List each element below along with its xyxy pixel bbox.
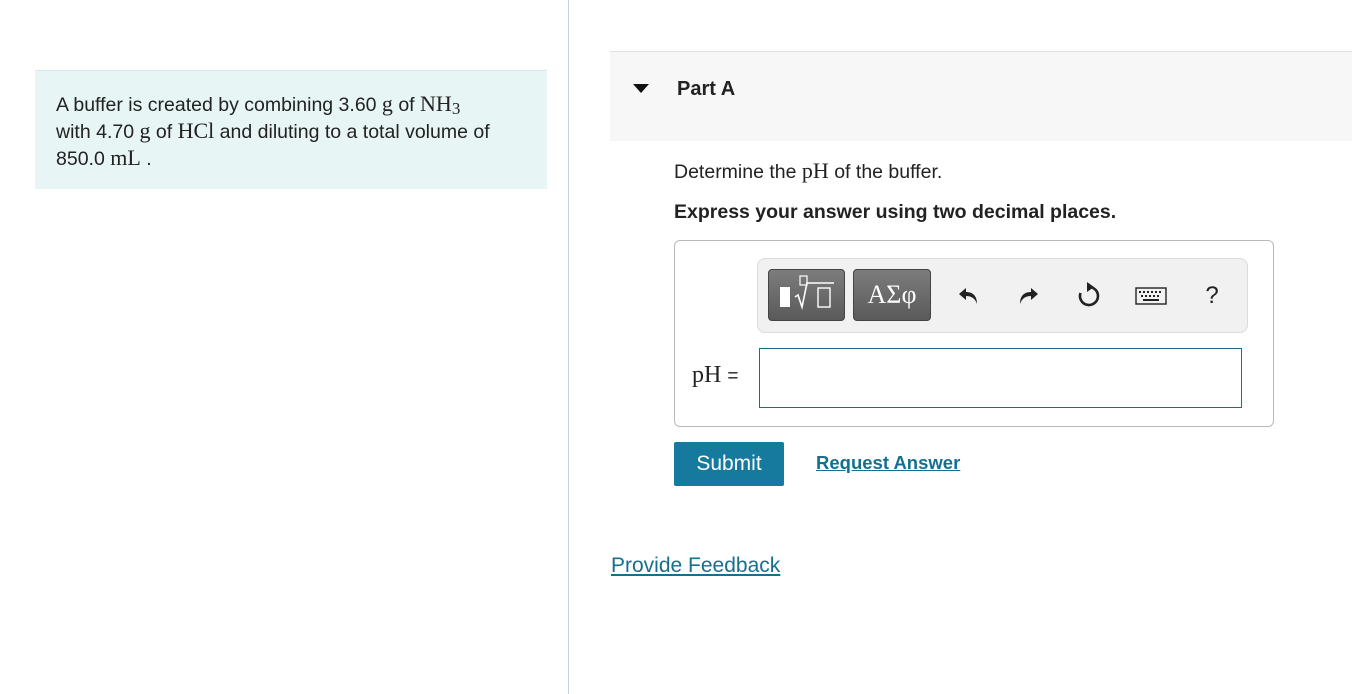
compound-nh3-text: NH (420, 91, 452, 116)
problem-text: of (150, 121, 178, 143)
question-math-ph: pH (801, 158, 829, 183)
collapse-caret-icon[interactable] (633, 84, 649, 93)
redo-icon[interactable] (1013, 281, 1043, 311)
templates-button[interactable] (768, 269, 845, 321)
compound-nh3-subscript: 3 (451, 99, 461, 118)
question-pre: Determine the (674, 161, 802, 183)
problem-text: of (392, 94, 421, 116)
compound-hcl: HCl (177, 118, 215, 143)
problem-text: and diluting to a total volume of (214, 121, 490, 143)
problem-text: A buffer is created by combining 3.60 (56, 94, 382, 116)
problem-text: with 4.70 (56, 121, 140, 143)
unit-milliliter: mL (110, 145, 141, 170)
problem-line-1: A buffer is created by combining 3.60 g … (56, 91, 525, 118)
question-text: Determine the pH of the buffer. (674, 158, 942, 184)
math-toolbar: ΑΣφ ? (757, 258, 1248, 333)
problem-line-3: 850.0 mL . (56, 145, 525, 172)
problem-text: . (140, 148, 152, 170)
question-post: of the buffer. (828, 161, 943, 183)
request-answer-link[interactable]: Request Answer (816, 452, 960, 474)
answer-equals: = (727, 366, 739, 387)
unit-gram: g (381, 91, 393, 116)
help-button[interactable]: ? (1197, 281, 1227, 311)
part-title: Part A (677, 78, 736, 100)
problem-statement: A buffer is created by combining 3.60 g … (35, 70, 547, 189)
answer-instruction: Express your answer using two decimal pl… (674, 201, 1117, 223)
keyboard-icon[interactable] (1134, 281, 1168, 311)
compound-nh3: NH3 (420, 91, 461, 118)
part-header[interactable]: Part A (610, 51, 1352, 141)
problem-text: 850.0 (56, 148, 111, 170)
unit-gram: g (139, 118, 151, 143)
problem-line-2: with 4.70 g of HCl and diluting to a tot… (56, 118, 525, 145)
answer-input[interactable] (759, 348, 1242, 408)
answer-label: pH = (692, 362, 738, 389)
reset-icon[interactable] (1074, 281, 1104, 311)
provide-feedback-link[interactable]: Provide Feedback (611, 554, 780, 578)
undo-icon[interactable] (954, 281, 984, 311)
answer-box: ΑΣφ ? pH = (674, 240, 1274, 427)
panel-divider (568, 0, 569, 694)
submit-button[interactable]: Submit (674, 442, 784, 486)
answer-label-ph: pH (692, 362, 722, 388)
symbols-button[interactable]: ΑΣφ (853, 269, 931, 321)
templates-icon (779, 275, 834, 311)
